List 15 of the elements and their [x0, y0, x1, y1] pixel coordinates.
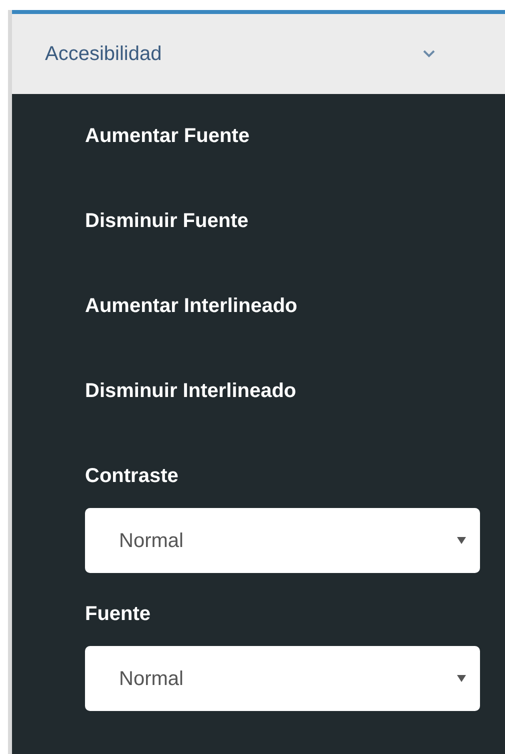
menu-link[interactable]: Disminuir Interlineado	[85, 380, 296, 402]
select-field[interactable]: Normal	[85, 508, 480, 573]
menu-link[interactable]: Disminuir Fuente	[85, 210, 248, 232]
accordion-header[interactable]: Accesibilidad	[12, 10, 505, 94]
panel-title: Accesibilidad	[45, 42, 162, 67]
select-value: Normal	[119, 528, 184, 554]
select-value: Normal	[119, 666, 184, 692]
field-label: Contraste	[85, 464, 180, 489]
field-label: Fuente	[85, 602, 152, 627]
dropdown-arrow-icon	[457, 537, 466, 544]
menu-link[interactable]: Aumentar Interlineado	[85, 295, 298, 317]
chevron-down-icon	[423, 50, 435, 58]
menu-link[interactable]: Aumentar Fuente	[85, 125, 250, 147]
dropdown-arrow-icon	[457, 675, 466, 682]
select-field[interactable]: Normal	[85, 646, 480, 711]
